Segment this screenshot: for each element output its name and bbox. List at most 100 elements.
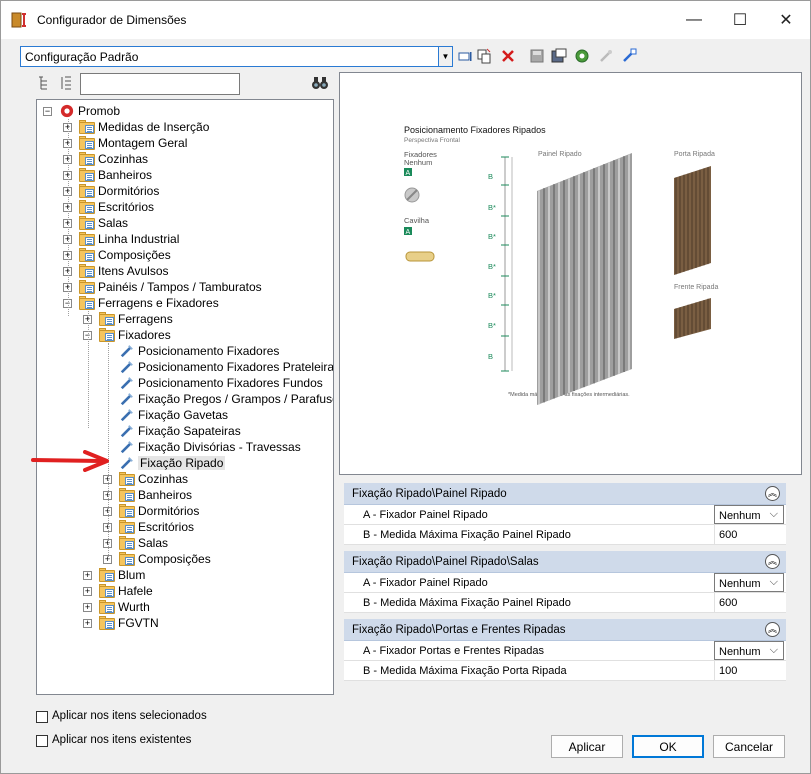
- tree-node[interactable]: Escritórios: [79, 199, 154, 215]
- expand-toggle-icon[interactable]: +: [83, 571, 92, 580]
- section-title: Fixação Ripado\Painel Ripado: [352, 487, 507, 500]
- preview-panel: Posicionamento Fixadores Ripados Perspec…: [339, 72, 802, 475]
- tree-node[interactable]: Fixação Gavetas: [119, 407, 228, 423]
- tree-node[interactable]: Escritórios: [119, 519, 194, 535]
- import-icon[interactable]: [597, 46, 615, 66]
- tree-node[interactable]: Fixação Sapateiras: [119, 423, 241, 439]
- tree-node[interactable]: Fixação Ripado: [119, 455, 226, 471]
- rename-icon[interactable]: [456, 46, 474, 66]
- configuration-select[interactable]: Configuração Padrão ▼: [20, 46, 453, 67]
- tree-node[interactable]: Banheiros: [119, 487, 192, 503]
- folder-icon: [99, 312, 115, 326]
- tree-node[interactable]: Posicionamento Fixadores: [119, 343, 279, 359]
- tree-node-label: Ferragens: [118, 312, 173, 326]
- expand-toggle-icon[interactable]: +: [83, 603, 92, 612]
- property-value-select[interactable]: Nenhum: [714, 640, 784, 660]
- collapse-section-icon[interactable]: ︽: [765, 622, 780, 637]
- section-header[interactable]: Fixação Ripado\Painel Ripado\Salas ︽: [344, 551, 786, 573]
- tree-node[interactable]: Ferragens: [99, 311, 173, 327]
- tree-node[interactable]: Blum: [99, 567, 145, 583]
- tree-node-label: Fixadores: [118, 328, 171, 342]
- binoculars-icon[interactable]: [311, 75, 329, 91]
- collapse-section-icon[interactable]: ︽: [765, 554, 780, 569]
- cavilha-label: Cavilha: [404, 216, 430, 225]
- tree-node[interactable]: Cozinhas: [119, 471, 188, 487]
- category-tree[interactable]: Promob − Medidas de Inserção + Montagem Gera…: [36, 99, 334, 695]
- tree-node[interactable]: Cozinhas: [79, 151, 148, 167]
- tree-connector-line: [88, 311, 89, 428]
- tree-node[interactable]: Ferragens e Fixadores: [79, 295, 219, 311]
- folder-icon: [119, 552, 135, 566]
- apply-button[interactable]: Aplicar: [551, 735, 623, 758]
- minimize-button[interactable]: —: [671, 1, 717, 39]
- tree-node[interactable]: Painéis / Tampos / Tamburatos: [79, 279, 262, 295]
- tree-node[interactable]: Montagem Geral: [79, 135, 187, 151]
- expand-toggle-icon[interactable]: +: [83, 619, 92, 628]
- fixadores-value: Nenhum: [404, 158, 432, 167]
- tree-node[interactable]: Composições: [119, 551, 211, 567]
- maximize-button[interactable]: ☐: [717, 1, 763, 39]
- badge-a-text: A: [406, 170, 411, 177]
- tree-node-label: Banheiros: [138, 488, 193, 502]
- section-header[interactable]: Fixação Ripado\Painel Ripado ︽: [344, 483, 786, 505]
- tree-node[interactable]: FGVTN: [99, 615, 159, 631]
- section-header[interactable]: Fixação Ripado\Portas e Frentes Ripadas ︽: [344, 619, 786, 641]
- property-value-input[interactable]: 600: [715, 525, 786, 544]
- dropdown-arrow-icon[interactable]: ▼: [438, 47, 452, 66]
- cancel-button[interactable]: Cancelar: [713, 735, 785, 758]
- expand-all-icon[interactable]: [59, 75, 75, 91]
- property-value-select[interactable]: Nenhum: [714, 572, 784, 592]
- property-value-select[interactable]: Nenhum: [714, 504, 784, 524]
- tree-node[interactable]: Salas: [79, 215, 128, 231]
- close-button[interactable]: ✕: [763, 1, 809, 39]
- property-value-input[interactable]: 100: [715, 661, 786, 680]
- tree-node[interactable]: Fixadores: [99, 327, 171, 343]
- collapse-section-icon[interactable]: ︽: [765, 486, 780, 501]
- tree-node[interactable]: Posicionamento Fixadores Fundos: [119, 375, 323, 391]
- red-arrow-annotation: [31, 450, 109, 472]
- ok-button[interactable]: OK: [632, 735, 704, 758]
- save-as-icon[interactable]: [550, 46, 568, 66]
- property-value-input[interactable]: 600: [715, 593, 786, 612]
- copy-config-icon[interactable]: [475, 46, 493, 66]
- save-icon[interactable]: [528, 46, 546, 66]
- measure-label: B*: [488, 262, 496, 271]
- tree-node-label: Itens Avulsos: [98, 264, 169, 278]
- tree-node[interactable]: Medidas de Inserção: [79, 119, 209, 135]
- delete-icon[interactable]: [499, 46, 517, 66]
- folder-icon: [79, 152, 95, 166]
- expand-toggle-icon[interactable]: +: [83, 587, 92, 596]
- collapse-all-icon[interactable]: [37, 75, 53, 91]
- tree-node[interactable]: Wurth: [99, 599, 150, 615]
- export-icon[interactable]: [620, 46, 638, 66]
- dialog-window: Configurador de Dimensões — ☐ ✕ Configur…: [0, 0, 811, 774]
- tree-node-label: Dormitórios: [138, 504, 200, 518]
- tree-node[interactable]: Promob: [59, 103, 120, 119]
- collapse-toggle-icon[interactable]: −: [43, 107, 52, 116]
- tree-node-label: Blum: [118, 568, 146, 582]
- apply-selected-label: Aplicar nos itens selecionados: [52, 710, 207, 722]
- tree-node[interactable]: Itens Avulsos: [79, 263, 169, 279]
- apply-existing-checkbox[interactable]: [36, 735, 48, 747]
- tree-node[interactable]: Hafele: [99, 583, 153, 599]
- tree-node-label: Banheiros: [98, 168, 153, 182]
- tree-node[interactable]: Salas: [119, 535, 168, 551]
- tree-node[interactable]: Posicionamento Fixadores Prateleiras: [119, 359, 333, 375]
- tree-node[interactable]: Banheiros: [79, 167, 152, 183]
- badge-a-cavilha-text: A: [406, 229, 411, 236]
- tree-node[interactable]: Fixação Divisórias - Travessas: [119, 439, 301, 455]
- tree-node[interactable]: Linha Industrial: [79, 231, 179, 247]
- tree-node-label: Fixação Pregos / Grampos / Parafusos: [138, 392, 334, 406]
- tree-node[interactable]: Dormitórios: [119, 503, 199, 519]
- property-key: B - Medida Máxima Fixação Painel Ripado: [344, 593, 715, 612]
- search-input[interactable]: [80, 73, 240, 95]
- property-section: Fixação Ripado\Painel Ripado\Salas ︽ A - F…: [344, 551, 786, 613]
- folder-icon: [99, 584, 115, 598]
- tree-node-label: Escritórios: [98, 200, 155, 214]
- folder-icon: [79, 264, 95, 278]
- settings-gear-icon[interactable]: [573, 46, 591, 66]
- tree-node[interactable]: Dormitórios: [79, 183, 159, 199]
- tree-node[interactable]: Fixação Pregos / Grampos / Parafusos: [119, 391, 334, 407]
- apply-selected-checkbox[interactable]: [36, 711, 48, 723]
- tree-node[interactable]: Composições: [79, 247, 171, 263]
